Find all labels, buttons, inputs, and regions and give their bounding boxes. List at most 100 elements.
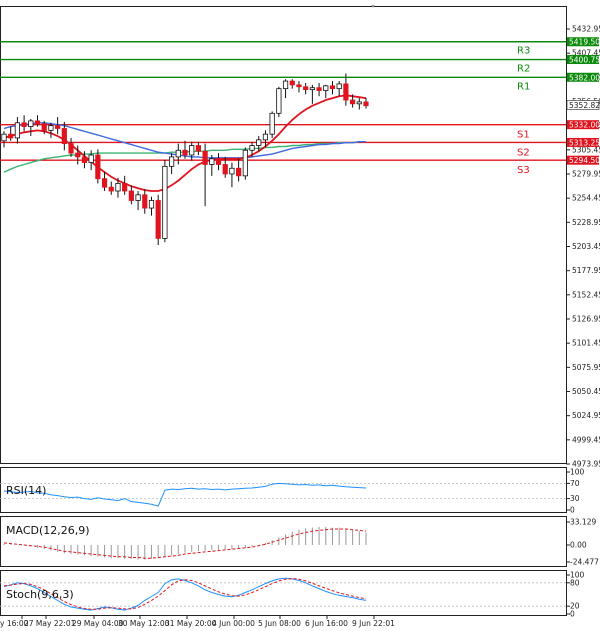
candle-down <box>61 128 67 145</box>
time-tick-label: 6 Jun 16:00 <box>305 619 348 628</box>
candle-up <box>14 122 21 139</box>
indicator-tick-label: 0 <box>570 610 575 619</box>
candle-up <box>269 112 275 135</box>
candle-up <box>28 120 34 127</box>
candle-up <box>229 167 235 175</box>
level-price-tag-text: 5400.75 <box>569 56 600 65</box>
candle-down <box>101 178 108 188</box>
price-tick-label: 5177.95 <box>572 266 600 275</box>
candle-up <box>168 156 175 167</box>
candle-down <box>363 101 369 107</box>
candle-down <box>8 133 14 139</box>
candle-down <box>81 156 88 163</box>
stoch-title: Stoch(9,6,3) <box>6 588 74 601</box>
candle-up <box>242 149 248 177</box>
indicator-tick-label: -24.477 <box>570 558 599 567</box>
candle-up <box>276 88 282 114</box>
level-label-r2: R2 <box>517 64 530 75</box>
price-tick-label: 5228.95 <box>572 218 600 227</box>
candle-down <box>95 154 101 180</box>
candle-down <box>329 85 336 90</box>
candle-up <box>209 158 215 165</box>
indicator-tick-label: 100 <box>570 468 585 477</box>
indicator-tick-label: 33.129 <box>570 518 596 527</box>
candle-down <box>21 122 27 127</box>
indicator-tick-label: 30 <box>570 494 580 503</box>
candle-up <box>88 154 94 163</box>
candle-down <box>289 80 295 86</box>
indicator-tick-label: 70 <box>570 479 580 488</box>
candle-down <box>68 143 74 154</box>
candle-down <box>55 125 61 129</box>
candle-up <box>135 194 141 201</box>
price-tick-label: 4999.45 <box>572 435 600 444</box>
level-label-r3: R3 <box>517 46 530 57</box>
price-tick-label: 5126.95 <box>572 315 600 324</box>
candle-down <box>122 183 128 192</box>
candle-down <box>41 123 47 131</box>
price-tick-label: 5050.45 <box>572 387 600 396</box>
candle-down <box>316 87 322 91</box>
candle-down <box>202 150 208 165</box>
candle-up <box>323 85 329 91</box>
level-price-tag-text: 5332.00 <box>569 121 600 130</box>
candle-down <box>222 164 228 175</box>
level-label-s1: S1 <box>517 130 530 141</box>
candle-up <box>309 87 315 91</box>
candle-down <box>108 186 114 192</box>
candle-up <box>189 145 195 156</box>
candle-down <box>155 200 161 239</box>
price-tick-label: 5024.95 <box>572 411 600 420</box>
candle-up <box>356 101 362 105</box>
candle-up <box>336 83 342 90</box>
candle-down <box>349 99 356 105</box>
level-price-tag-text: 5313.25 <box>569 138 600 147</box>
candle-down <box>75 152 81 158</box>
candle-up <box>115 183 121 192</box>
price-tick-label: 5203.45 <box>572 242 600 251</box>
candle-up <box>162 165 168 239</box>
candle-up <box>148 200 155 209</box>
trading-chart[interactable]: 5432.955407.455382.005356.505330.955305.… <box>0 0 600 631</box>
candle-down <box>215 158 222 165</box>
macd-title: MACD(12,26,9) <box>6 524 90 537</box>
candle-down <box>303 86 309 91</box>
level-label-s2: S2 <box>517 147 530 158</box>
time-tick-label: 29 May 04:00 <box>72 619 124 628</box>
level-price-tag-text: 5419.50 <box>569 38 600 47</box>
candle-up <box>48 125 54 131</box>
time-tick-label: 31 May 20:00 <box>165 619 217 628</box>
price-tick-label: 5152.45 <box>572 290 600 299</box>
time-tick-label: 30 May 12:00 <box>118 619 170 628</box>
price-tick-label: 5279.95 <box>572 170 600 179</box>
candle-down <box>343 83 349 101</box>
current-price-text: 5352.82 <box>569 101 600 110</box>
candle-down <box>195 145 202 152</box>
candle-up <box>249 145 255 151</box>
candle-down <box>142 194 148 209</box>
candle-down <box>34 120 41 125</box>
candle-down <box>296 84 302 88</box>
level-price-tag-text: 5294.50 <box>569 156 600 165</box>
time-tick-label: 4 Jun 00:00 <box>212 619 255 628</box>
rsi-title: RSI(14) <box>6 484 46 497</box>
candle-up <box>282 80 289 90</box>
level-label-r1: R1 <box>517 81 530 92</box>
indicator-tick-label: 0.00 <box>570 541 587 550</box>
price-tick-label: 5254.45 <box>572 194 600 203</box>
indicator-tick-label: 0 <box>570 506 575 515</box>
candle-up <box>175 149 181 158</box>
rsi-panel[interactable] <box>0 467 567 513</box>
candle-down <box>182 149 188 156</box>
price-tick-label: 5075.95 <box>572 363 600 372</box>
indicator-tick-label: 80 <box>570 578 580 587</box>
candle-down <box>236 167 242 177</box>
time-tick-label: 5 Jun 08:00 <box>258 619 301 628</box>
main-panel[interactable] <box>0 6 567 464</box>
time-tick-label: 27 May 22:01 <box>24 619 76 628</box>
price-tick-label: 5101.45 <box>572 339 600 348</box>
price-tick-label: 5432.95 <box>572 25 600 34</box>
candle-up <box>262 133 269 141</box>
level-price-tag-text: 5382.00 <box>569 73 600 82</box>
time-tick-label: 9 Jun 22:01 <box>352 619 395 628</box>
